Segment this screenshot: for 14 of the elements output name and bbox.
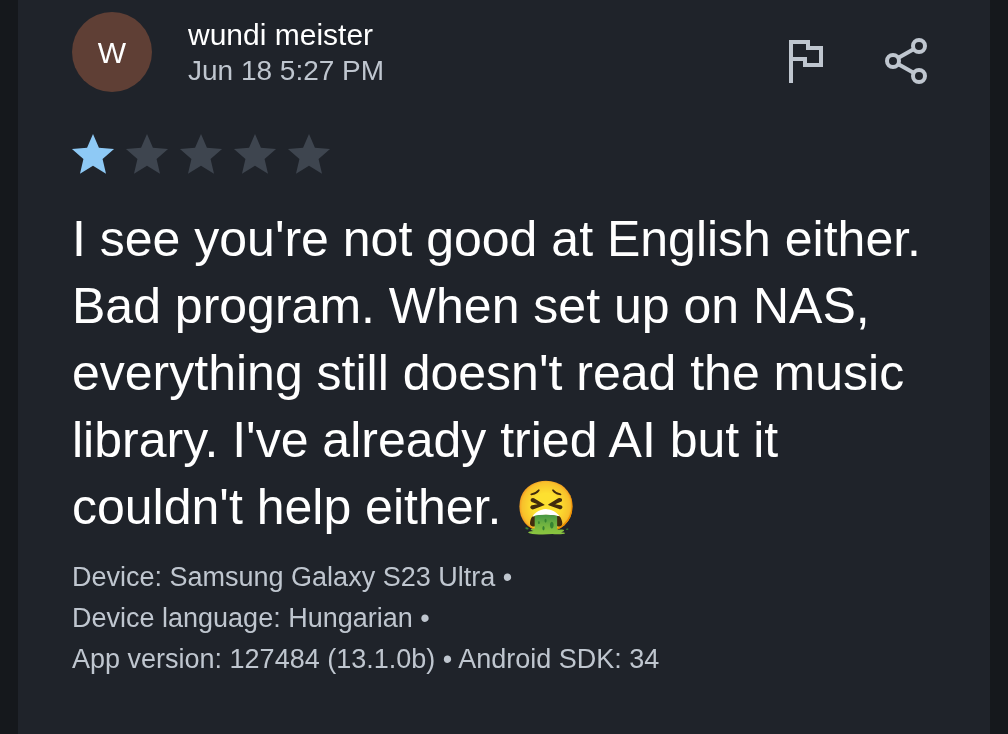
star-icon (178, 132, 224, 176)
review-text: I see you're not good at English either. Bad program. When set up on NAS, everything still doesn't read the music library. I've already tried AI but it couldn't help either. 🤮 (72, 210, 922, 537)
review-date: Jun 18 5:27 PM (188, 54, 385, 88)
flag-icon[interactable] (788, 39, 824, 83)
star-icon (70, 132, 116, 176)
avatar: W (72, 12, 152, 92)
author-name: wundi meister (188, 17, 375, 53)
star-icon (232, 132, 278, 176)
device-info: Device language: Hungarian • (72, 602, 431, 635)
device-info: Device: Samsung Galaxy S23 Ultra • (72, 561, 514, 594)
star-icon (286, 132, 332, 176)
share-icon[interactable] (884, 38, 928, 84)
device-info: App version: 127484 (13.1.0b) • Android SDK: 34 (72, 643, 661, 676)
star-icon (124, 132, 170, 176)
